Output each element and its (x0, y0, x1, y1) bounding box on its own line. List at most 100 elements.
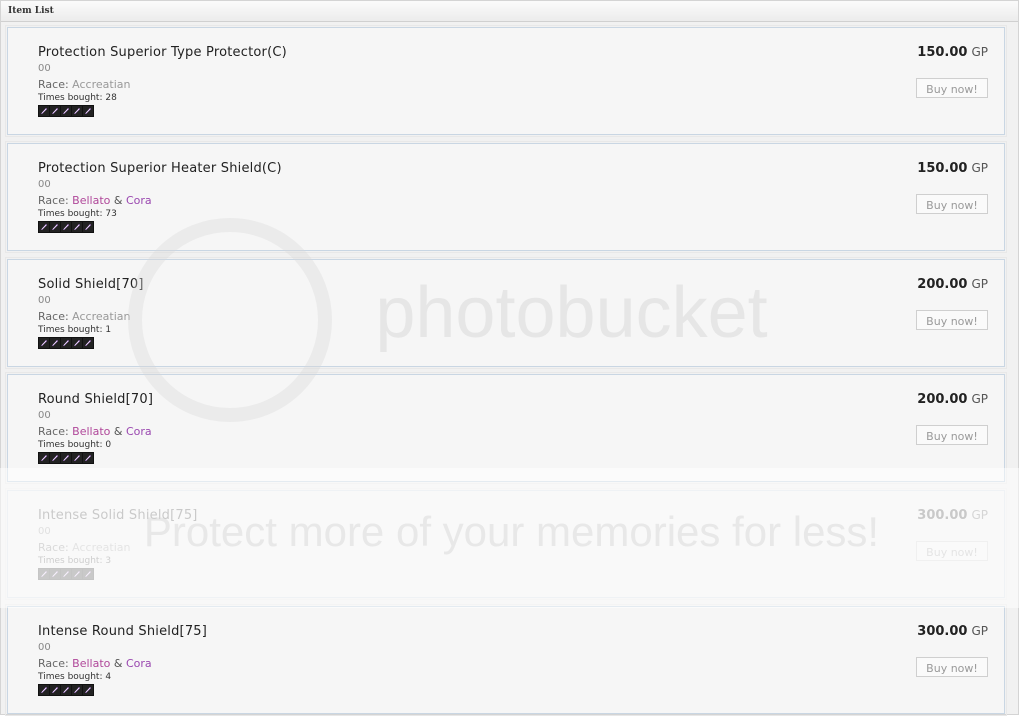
buy-now-button[interactable]: Buy now! (916, 425, 988, 445)
price-value: 150.00 (917, 161, 968, 176)
item-price: 150.00 GP (917, 45, 988, 60)
race-name-bellato: Bellato (72, 657, 111, 670)
item-name: Protection Superior Type Protector(C) (38, 45, 287, 60)
rating-icons (38, 105, 94, 117)
item-code: 00 (38, 410, 51, 421)
times-bought-count: 73 (105, 209, 117, 219)
price-unit: GP (971, 161, 988, 175)
feather-icon (83, 569, 93, 579)
times-bought-label: Times bought: (38, 93, 103, 103)
price-value: 200.00 (917, 277, 968, 292)
feather-icon (50, 569, 60, 579)
price-value: 200.00 (917, 392, 968, 407)
item-race: Race: Bellato & Cora (38, 194, 152, 207)
times-bought-count: 4 (105, 672, 112, 682)
times-bought-label: Times bought: (38, 325, 103, 335)
feather-icon (61, 222, 71, 232)
list-item: Intense Solid Shield[75] 00 Race: Accrea… (5, 488, 1007, 600)
feather-icon (72, 569, 82, 579)
race-name-cora: Cora (125, 425, 152, 438)
race-label: Race: (38, 541, 69, 554)
feather-icon (72, 222, 82, 232)
race-name: Accreatian (72, 78, 131, 91)
times-bought-label: Times bought: (38, 209, 103, 219)
buy-now-button[interactable]: Buy now! (916, 194, 988, 214)
item-price: 150.00 GP (917, 161, 988, 176)
race-label: Race: (38, 78, 69, 91)
times-bought-count: 28 (105, 93, 117, 103)
race-separator: & (113, 657, 123, 670)
feather-icon (83, 338, 93, 348)
rating-icons (38, 684, 94, 696)
list-item: Intense Round Shield[75] 00 Race: Bellat… (5, 604, 1007, 716)
price-unit: GP (971, 624, 988, 638)
race-name-cora: Cora (125, 194, 152, 207)
item-race: Race: Bellato & Cora (38, 425, 152, 438)
list-item: Round Shield[70] 00 Race: Bellato & Cora… (5, 372, 1007, 484)
price-value: 300.00 (917, 508, 968, 523)
race-name-bellato: Bellato (72, 194, 111, 207)
feather-icon (61, 569, 71, 579)
feather-icon (83, 106, 93, 116)
race-name-cora: Cora (125, 657, 152, 670)
race-separator: & (113, 425, 123, 438)
feather-icon (50, 453, 60, 463)
times-bought: Times bought: 3 (38, 556, 111, 566)
item-list-panel: Item List Protection Superior Type Prote… (0, 0, 1019, 716)
feather-icon (72, 453, 82, 463)
price-value: 150.00 (917, 45, 968, 60)
times-bought-count: 1 (105, 325, 112, 335)
race-label: Race: (38, 425, 69, 438)
feather-icon (83, 685, 93, 695)
price-unit: GP (971, 277, 988, 291)
times-bought: Times bought: 0 (38, 440, 111, 450)
rating-icons (38, 568, 94, 580)
times-bought: Times bought: 73 (38, 209, 117, 219)
feather-icon (72, 106, 82, 116)
race-label: Race: (38, 657, 69, 670)
price-unit: GP (971, 45, 988, 59)
item-code: 00 (38, 526, 51, 537)
item-code: 00 (38, 295, 51, 306)
feather-icon (39, 106, 49, 116)
item-name: Protection Superior Heater Shield(C) (38, 161, 282, 176)
buy-now-button[interactable]: Buy now! (916, 541, 988, 561)
race-name-bellato: Bellato (72, 425, 111, 438)
feather-icon (39, 222, 49, 232)
item-race: Race: Accreatian (38, 78, 130, 91)
feather-icon (50, 106, 60, 116)
item-code: 00 (38, 642, 51, 653)
feather-icon (61, 453, 71, 463)
feather-icon (83, 222, 93, 232)
item-code: 00 (38, 63, 51, 74)
price-value: 300.00 (917, 624, 968, 639)
feather-icon (50, 222, 60, 232)
feather-icon (61, 685, 71, 695)
item-name: Round Shield[70] (38, 392, 154, 407)
rating-icons (38, 452, 94, 464)
race-label: Race: (38, 194, 69, 207)
price-unit: GP (971, 508, 988, 522)
feather-icon (50, 338, 60, 348)
race-name: Accreatian (72, 310, 131, 323)
times-bought-count: 0 (105, 440, 112, 450)
list-item: Protection Superior Heater Shield(C) 00 … (5, 141, 1007, 253)
feather-icon (39, 685, 49, 695)
times-bought-label: Times bought: (38, 672, 103, 682)
rating-icons (38, 221, 94, 233)
feather-icon (61, 106, 71, 116)
item-code: 00 (38, 179, 51, 190)
buy-now-button[interactable]: Buy now! (916, 310, 988, 330)
race-name: Accreatian (72, 541, 131, 554)
item-name: Solid Shield[70] (38, 277, 144, 292)
price-unit: GP (971, 392, 988, 406)
feather-icon (39, 453, 49, 463)
item-name: Intense Round Shield[75] (38, 624, 208, 639)
times-bought: Times bought: 28 (38, 93, 117, 103)
buy-now-button[interactable]: Buy now! (916, 657, 988, 677)
feather-icon (39, 338, 49, 348)
buy-now-button[interactable]: Buy now! (916, 78, 988, 98)
item-price: 200.00 GP (917, 277, 988, 292)
item-price: 300.00 GP (917, 624, 988, 639)
feather-icon (61, 338, 71, 348)
